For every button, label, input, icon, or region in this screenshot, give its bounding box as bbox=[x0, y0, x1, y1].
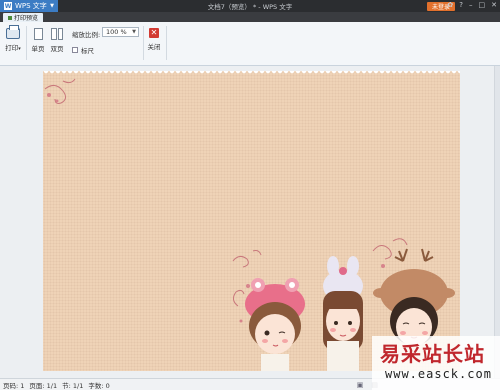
tab-bar: 打印预览 bbox=[0, 12, 500, 22]
divider bbox=[166, 26, 167, 60]
background-illustration bbox=[44, 78, 455, 371]
status-word-count: 字数: 0 bbox=[88, 381, 110, 390]
app-menu-label: WPS 文字 bbox=[15, 2, 47, 10]
status-page: 页码: 1 bbox=[3, 381, 25, 390]
close-preview-icon: ✕ bbox=[149, 28, 159, 38]
single-page-label: 单页 bbox=[31, 45, 45, 53]
help-icon[interactable]: ? bbox=[459, 1, 463, 9]
maximize-icon[interactable]: □ bbox=[479, 1, 486, 9]
print-button[interactable]: 打印▾ bbox=[4, 25, 22, 52]
double-page-icon bbox=[51, 28, 63, 40]
app-menu-button[interactable]: W WPS 文字 ▼ bbox=[0, 0, 58, 12]
title-bar: W WPS 文字 ▼ 文档7（预览） * - WPS 文字 未登录 ✿ ? – … bbox=[0, 0, 500, 12]
close-label: 关闭 bbox=[147, 43, 161, 51]
checkbox-icon bbox=[72, 47, 78, 53]
double-page-label: 双页 bbox=[50, 45, 64, 53]
watermark-url: www.easck.com bbox=[385, 367, 492, 381]
ruler-checkbox[interactable]: 标尺 bbox=[72, 45, 94, 55]
watermark-chinese: 易采站长站 bbox=[380, 342, 485, 366]
girl-bunny-hat-illustration bbox=[323, 256, 363, 371]
print-preview-ribbon: 打印▾ 单页 双页 缩放比例: 100 % ▼ 标尺 ✕ 关闭 bbox=[0, 22, 500, 66]
girl-pink-hat-illustration bbox=[245, 278, 305, 371]
view-mode-icon[interactable]: ▣ bbox=[357, 381, 364, 389]
close-icon[interactable]: ✕ bbox=[491, 1, 497, 9]
divider bbox=[26, 26, 27, 60]
single-page-icon bbox=[33, 28, 43, 40]
girl-reindeer-hat-illustration bbox=[373, 248, 455, 346]
zoom-select[interactable]: 100 % ▼ bbox=[102, 27, 139, 37]
zoom-label: 缩放比例: bbox=[72, 31, 101, 39]
zoom-value: 100 % bbox=[106, 28, 127, 36]
printer-icon bbox=[6, 25, 20, 39]
vertical-scrollbar[interactable] bbox=[494, 66, 500, 378]
print-label: 打印 bbox=[5, 44, 19, 52]
minimize-icon[interactable]: – bbox=[469, 1, 473, 9]
preview-workspace bbox=[0, 66, 500, 378]
single-page-button[interactable]: 单页 bbox=[31, 28, 45, 53]
chevron-down-icon: ▼ bbox=[50, 3, 54, 9]
close-preview-button[interactable]: ✕ 关闭 bbox=[146, 28, 162, 51]
ruler-label: 标尺 bbox=[81, 47, 94, 55]
page-preview bbox=[43, 71, 460, 371]
tab-print-preview[interactable]: 打印预览 bbox=[3, 13, 44, 22]
divider bbox=[143, 26, 144, 60]
wps-logo-icon: W bbox=[4, 2, 12, 10]
watermark: 易采站长站 www.easck.com bbox=[372, 336, 500, 390]
skin-icon[interactable]: ✿ bbox=[447, 1, 453, 9]
tab-label: 打印预览 bbox=[14, 15, 39, 22]
double-page-button[interactable]: 双页 bbox=[49, 28, 65, 53]
document-icon bbox=[8, 15, 12, 20]
status-section: 节: 1/1 bbox=[62, 381, 84, 390]
chevron-down-icon: ▼ bbox=[132, 29, 136, 35]
status-pages: 页面: 1/1 bbox=[29, 381, 58, 390]
document-title: 文档7（预览） * - WPS 文字 bbox=[207, 3, 293, 11]
